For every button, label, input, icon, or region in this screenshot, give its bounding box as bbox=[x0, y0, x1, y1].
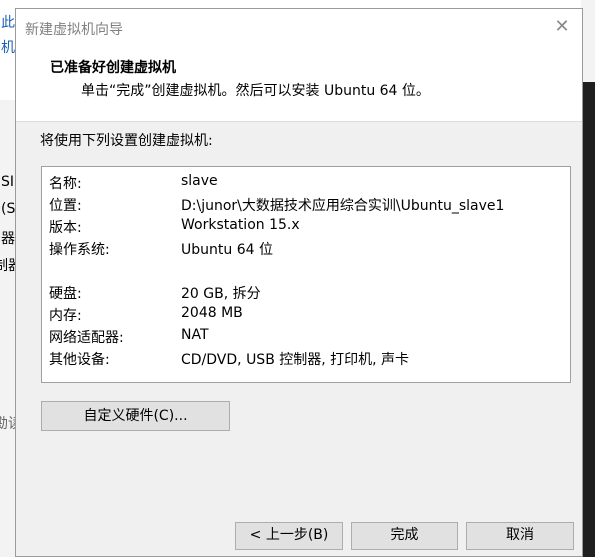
dialog-titlebar: 新建虚拟机向导 ✕ bbox=[16, 9, 582, 47]
summary-label: 位置: bbox=[49, 198, 82, 214]
finish-button[interactable]: 完成 bbox=[351, 522, 458, 550]
summary-label: 网络适配器: bbox=[49, 330, 124, 346]
wizard-step-title: 已准备好创建虚拟机 bbox=[50, 60, 176, 76]
summary-value: D:\junor\大数据技术应用综合实训\Ubuntu_slave1 bbox=[181, 198, 505, 214]
cancel-button[interactable]: 取消 bbox=[466, 522, 574, 550]
close-icon[interactable]: ✕ bbox=[550, 15, 574, 39]
summary-label: 操作系统: bbox=[49, 242, 110, 258]
summary-label: 其他设备: bbox=[49, 352, 110, 368]
background-text-fragment: 机 bbox=[1, 40, 15, 56]
summary-value: 2048 MB bbox=[181, 305, 243, 321]
dialog-title: 新建虚拟机向导 bbox=[25, 22, 123, 38]
summary-value: CD/DVD, USB 控制器, 打印机, 声卡 bbox=[181, 352, 410, 368]
new-vm-wizard-dialog: 新建虚拟机向导 ✕ 已准备好创建虚拟机 单击“完成”创建虚拟机。然后可以安装 U… bbox=[15, 8, 583, 557]
settings-summary-box: 名称: slave 位置: D:\junor\大数据技术应用综合实训\Ubunt… bbox=[41, 166, 571, 383]
summary-value: Workstation 15.x bbox=[181, 217, 300, 233]
background-text-fragment: 此 bbox=[1, 15, 15, 31]
summary-value: NAT bbox=[181, 327, 209, 343]
wizard-header: 已准备好创建虚拟机 单击“完成”创建虚拟机。然后可以安装 Ubuntu 64 位… bbox=[16, 47, 582, 122]
summary-value: Ubuntu 64 位 bbox=[181, 242, 273, 258]
background-terminal-window bbox=[581, 82, 595, 557]
summary-label: 内存: bbox=[49, 308, 82, 324]
summary-label: 名称: bbox=[49, 176, 82, 192]
background-text-fragment: 器 bbox=[1, 231, 15, 247]
background-app-right-top bbox=[581, 0, 595, 82]
settings-summary-label: 将使用下列设置创建虚拟机: bbox=[40, 133, 213, 149]
summary-value: slave bbox=[181, 173, 218, 189]
wizard-step-description: 单击“完成”创建虚拟机。然后可以安装 Ubuntu 64 位。 bbox=[81, 83, 430, 99]
customize-hardware-button[interactable]: 自定义硬件(C)... bbox=[41, 401, 230, 431]
back-button[interactable]: < 上一步(B) bbox=[235, 522, 343, 550]
summary-value: 20 GB, 拆分 bbox=[181, 286, 261, 302]
summary-label: 版本: bbox=[49, 220, 82, 236]
summary-label: 硬盘: bbox=[49, 286, 82, 302]
background-text-fragment: (S bbox=[1, 201, 16, 217]
